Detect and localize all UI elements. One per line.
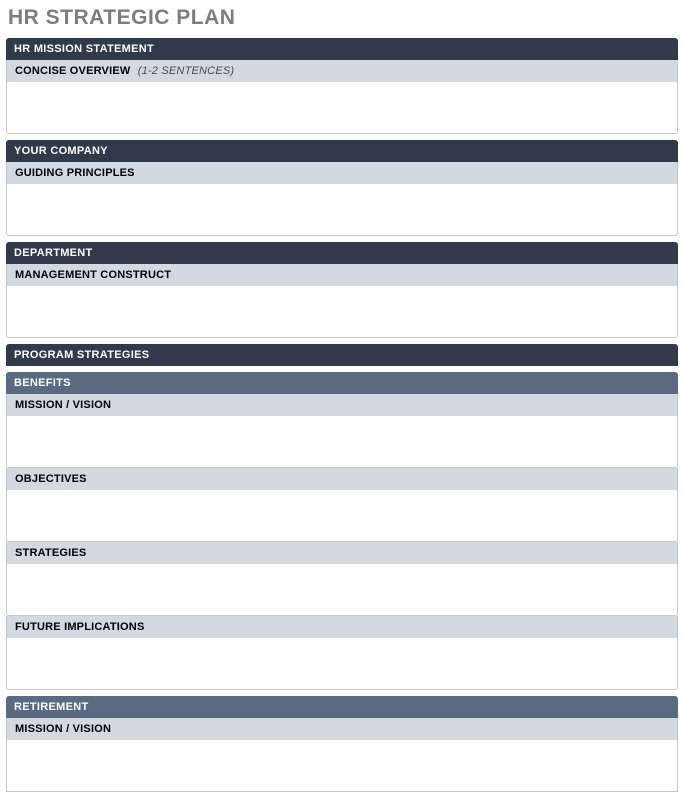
- benefits-objectives-content[interactable]: [6, 490, 678, 542]
- department-content-area[interactable]: [6, 286, 678, 338]
- retirement-mission-row: MISSION / VISION: [6, 718, 678, 792]
- benefits-future-content[interactable]: [6, 638, 678, 690]
- section-company-subtitle: GUIDING PRINCIPLES: [6, 162, 678, 184]
- section-department-header: DEPARTMENT: [6, 242, 678, 264]
- benefits-objectives-label: OBJECTIVES: [6, 468, 678, 490]
- benefits-strategies-row: STRATEGIES: [6, 542, 678, 616]
- benefits-header: BENEFITS: [6, 372, 678, 394]
- retirement-header: RETIREMENT: [6, 696, 678, 718]
- benefits-mission-label: MISSION / VISION: [6, 394, 678, 416]
- benefits-future-row: FUTURE IMPLICATIONS: [6, 616, 678, 690]
- page-title: HR STRATEGIC PLAN: [8, 6, 678, 30]
- mission-content-area[interactable]: [6, 82, 678, 134]
- benefits-future-label: FUTURE IMPLICATIONS: [6, 616, 678, 638]
- section-mission-subtitle: CONCISE OVERVIEW (1-2 SENTENCES): [6, 60, 678, 82]
- section-mission: HR MISSION STATEMENT CONCISE OVERVIEW (1…: [6, 38, 678, 134]
- section-company-header: YOUR COMPANY: [6, 140, 678, 162]
- section-program: PROGRAM STRATEGIES BENEFITS MISSION / VI…: [6, 344, 678, 792]
- subtitle-hint: (1-2 SENTENCES): [138, 65, 235, 77]
- retirement-mission-content[interactable]: [6, 740, 678, 792]
- company-content-area[interactable]: [6, 184, 678, 236]
- benefits-strategies-label: STRATEGIES: [6, 542, 678, 564]
- section-department: DEPARTMENT MANAGEMENT CONSTRUCT: [6, 242, 678, 338]
- section-company: YOUR COMPANY GUIDING PRINCIPLES: [6, 140, 678, 236]
- section-program-header: PROGRAM STRATEGIES: [6, 344, 678, 366]
- benefits-mission-row: MISSION / VISION: [6, 394, 678, 468]
- retirement-mission-label: MISSION / VISION: [6, 718, 678, 740]
- benefits-objectives-row: OBJECTIVES: [6, 468, 678, 542]
- section-mission-header: HR MISSION STATEMENT: [6, 38, 678, 60]
- section-department-subtitle: MANAGEMENT CONSTRUCT: [6, 264, 678, 286]
- subtitle-text: CONCISE OVERVIEW: [15, 65, 130, 77]
- benefits-strategies-content[interactable]: [6, 564, 678, 616]
- benefits-mission-content[interactable]: [6, 416, 678, 468]
